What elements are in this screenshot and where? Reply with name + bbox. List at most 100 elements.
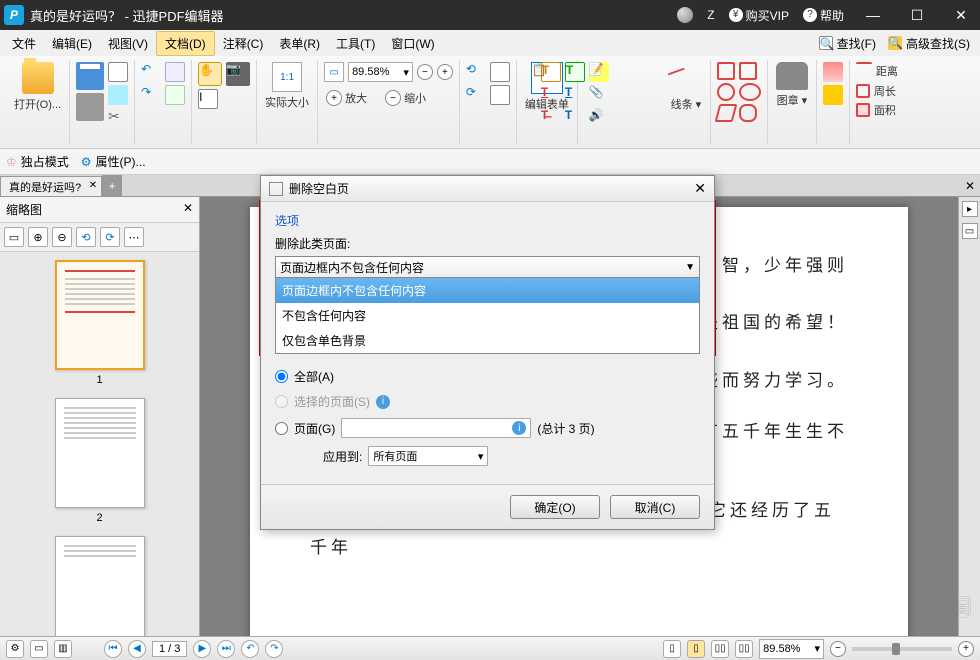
user-label[interactable]: Z xyxy=(707,8,714,22)
note-tool[interactable]: 📝 xyxy=(589,62,609,82)
circle-shape[interactable] xyxy=(717,83,735,101)
sb-view2[interactable]: ▯ xyxy=(687,640,705,658)
ellipse-shape[interactable] xyxy=(739,83,761,101)
info-icon[interactable]: i xyxy=(376,395,390,409)
dropdown-option-1[interactable]: 页面边框内不包含任何内容 xyxy=(276,278,699,303)
zoom-minus[interactable]: − xyxy=(417,64,433,80)
delete-type-combo[interactable]: 页面边框内不包含任何内容▼ xyxy=(275,256,700,278)
pencil-tool[interactable] xyxy=(823,85,843,105)
maximize-button[interactable]: ☐ xyxy=(902,7,932,24)
select-tool[interactable]: I xyxy=(198,89,218,109)
hand-tool[interactable]: ✋ xyxy=(198,62,222,86)
menu-edit[interactable]: 编辑(E) xyxy=(44,32,100,55)
radio-page-input[interactable] xyxy=(275,422,288,435)
cut-button[interactable] xyxy=(108,108,128,128)
minimize-button[interactable]: — xyxy=(858,7,888,23)
menu-comment[interactable]: 注释(C) xyxy=(215,32,272,55)
radio-page[interactable]: 页面(G)i(总计 3 页) xyxy=(275,414,700,442)
tabs-close-all[interactable]: ✕ xyxy=(960,175,980,196)
eraser-tool[interactable] xyxy=(823,62,843,82)
rotate-left[interactable]: ⟲ xyxy=(466,62,486,82)
snapshot-tool[interactable]: 📷 xyxy=(226,62,250,86)
redo-button[interactable]: ↷ xyxy=(141,85,161,105)
undo-button[interactable]: ↶ xyxy=(141,62,161,82)
sb-fwd[interactable]: ↷ xyxy=(265,640,283,658)
strike-tool[interactable]: T̶ xyxy=(541,108,561,128)
zoom-out-button[interactable]: −缩小 xyxy=(383,88,428,108)
rect-shape[interactable] xyxy=(717,62,735,80)
thumb-zoomout[interactable]: ⊖ xyxy=(52,227,72,247)
cloud-shape[interactable] xyxy=(739,104,757,122)
sb-last-page[interactable]: ⏭ xyxy=(217,640,235,658)
radio-selected-input[interactable] xyxy=(275,395,288,408)
attach-tool[interactable]: 📎 xyxy=(589,85,609,105)
ok-button[interactable]: 确定(O) xyxy=(510,495,600,519)
mail-button[interactable] xyxy=(108,62,128,82)
sb-back[interactable]: ↶ xyxy=(241,640,259,658)
side-btn1[interactable]: ▸ xyxy=(962,201,978,217)
text-tool2[interactable]: T xyxy=(565,62,585,82)
menu-view[interactable]: 视图(V) xyxy=(100,32,156,55)
find-button[interactable]: 🔍查找(F) xyxy=(813,33,882,54)
text-tool[interactable]: T xyxy=(541,62,561,82)
document-tab[interactable]: 真的是好运吗?✕ xyxy=(0,176,102,196)
page-range-input[interactable]: i xyxy=(341,418,531,438)
side-btn2[interactable]: ▭ xyxy=(962,223,978,239)
properties-button[interactable]: ⚙属性(P)... xyxy=(81,153,146,170)
scan-button[interactable] xyxy=(108,85,128,105)
exclusive-mode-button[interactable]: ♔独占模式 xyxy=(6,153,69,170)
panel-close[interactable]: ✕ xyxy=(183,201,193,218)
print-button[interactable] xyxy=(76,93,104,121)
underline-tool[interactable]: T xyxy=(565,85,585,105)
rotate-right[interactable]: ⟳ xyxy=(466,85,486,105)
advanced-find-button[interactable]: 🔍高级查找(S) xyxy=(882,33,976,54)
sb-view1[interactable]: ▯ xyxy=(663,640,681,658)
open-button[interactable]: 打开(O)... xyxy=(12,60,63,114)
thumb-zoomin[interactable]: ⊕ xyxy=(28,227,48,247)
fit-page-icon[interactable]: ▭ xyxy=(324,62,344,82)
cancel-button[interactable]: 取消(C) xyxy=(610,495,700,519)
sb-layout1[interactable]: ▭ xyxy=(30,640,48,658)
area-tool[interactable]: 面积 xyxy=(856,102,896,118)
save-button[interactable] xyxy=(76,62,104,90)
menu-document[interactable]: 文档(D) xyxy=(156,31,215,56)
thumb-rotr[interactable]: ⟳ xyxy=(100,227,120,247)
info-icon[interactable]: i xyxy=(512,421,526,435)
zoom-slider[interactable] xyxy=(852,647,952,651)
menu-tool[interactable]: 工具(T) xyxy=(328,32,383,55)
thumbnail-3[interactable]: 3 xyxy=(55,536,145,636)
tab-close[interactable]: ✕ xyxy=(89,180,97,191)
lines-button[interactable]: 线条 ▾ xyxy=(668,60,704,114)
sound-tool[interactable]: 🔊 xyxy=(589,108,609,128)
status-zoom-combo[interactable]: 89.58%▾ xyxy=(759,639,824,659)
zoom-combo[interactable]: 89.58%▾ xyxy=(348,62,413,82)
page-view1[interactable] xyxy=(490,62,510,82)
radio-all-input[interactable] xyxy=(275,370,288,383)
zoom-plus[interactable]: + xyxy=(437,64,453,80)
actual-size-button[interactable]: 1:1 实际大小 xyxy=(263,60,311,112)
text-tool3[interactable]: T xyxy=(565,108,585,128)
thumbnail-2[interactable]: 2 xyxy=(55,398,145,524)
vip-button[interactable]: ¥购买VIP xyxy=(729,7,789,24)
thumb-menu[interactable]: ⋯ xyxy=(124,227,144,247)
menu-file[interactable]: 文件 xyxy=(4,32,44,55)
radio-all[interactable]: 全部(A) xyxy=(275,364,700,389)
thumb-rotl[interactable]: ⟲ xyxy=(76,227,96,247)
paste-button[interactable] xyxy=(165,85,185,105)
status-zoom-in[interactable]: + xyxy=(958,641,974,657)
thumb-new[interactable]: ▭ xyxy=(4,227,24,247)
apply-to-select[interactable]: 所有页面▾ xyxy=(368,446,488,466)
close-button[interactable]: ✕ xyxy=(946,7,976,24)
zoom-in-button[interactable]: +放大 xyxy=(324,88,369,108)
perimeter-tool[interactable]: 周长 xyxy=(856,83,896,99)
menu-form[interactable]: 表单(R) xyxy=(271,32,328,55)
status-zoom-out[interactable]: − xyxy=(830,641,846,657)
page-view2[interactable] xyxy=(490,85,510,105)
dialog-titlebar[interactable]: 删除空白页 ✕ xyxy=(261,176,714,202)
page-indicator[interactable]: 1 / 3 xyxy=(152,641,187,657)
sb-options[interactable]: ⚙ xyxy=(6,640,24,658)
globe-icon[interactable] xyxy=(677,7,693,23)
sb-prev-page[interactable]: ◀ xyxy=(128,640,146,658)
help-button[interactable]: ?帮助 xyxy=(803,7,844,24)
highlight-tool[interactable]: T xyxy=(541,85,561,105)
